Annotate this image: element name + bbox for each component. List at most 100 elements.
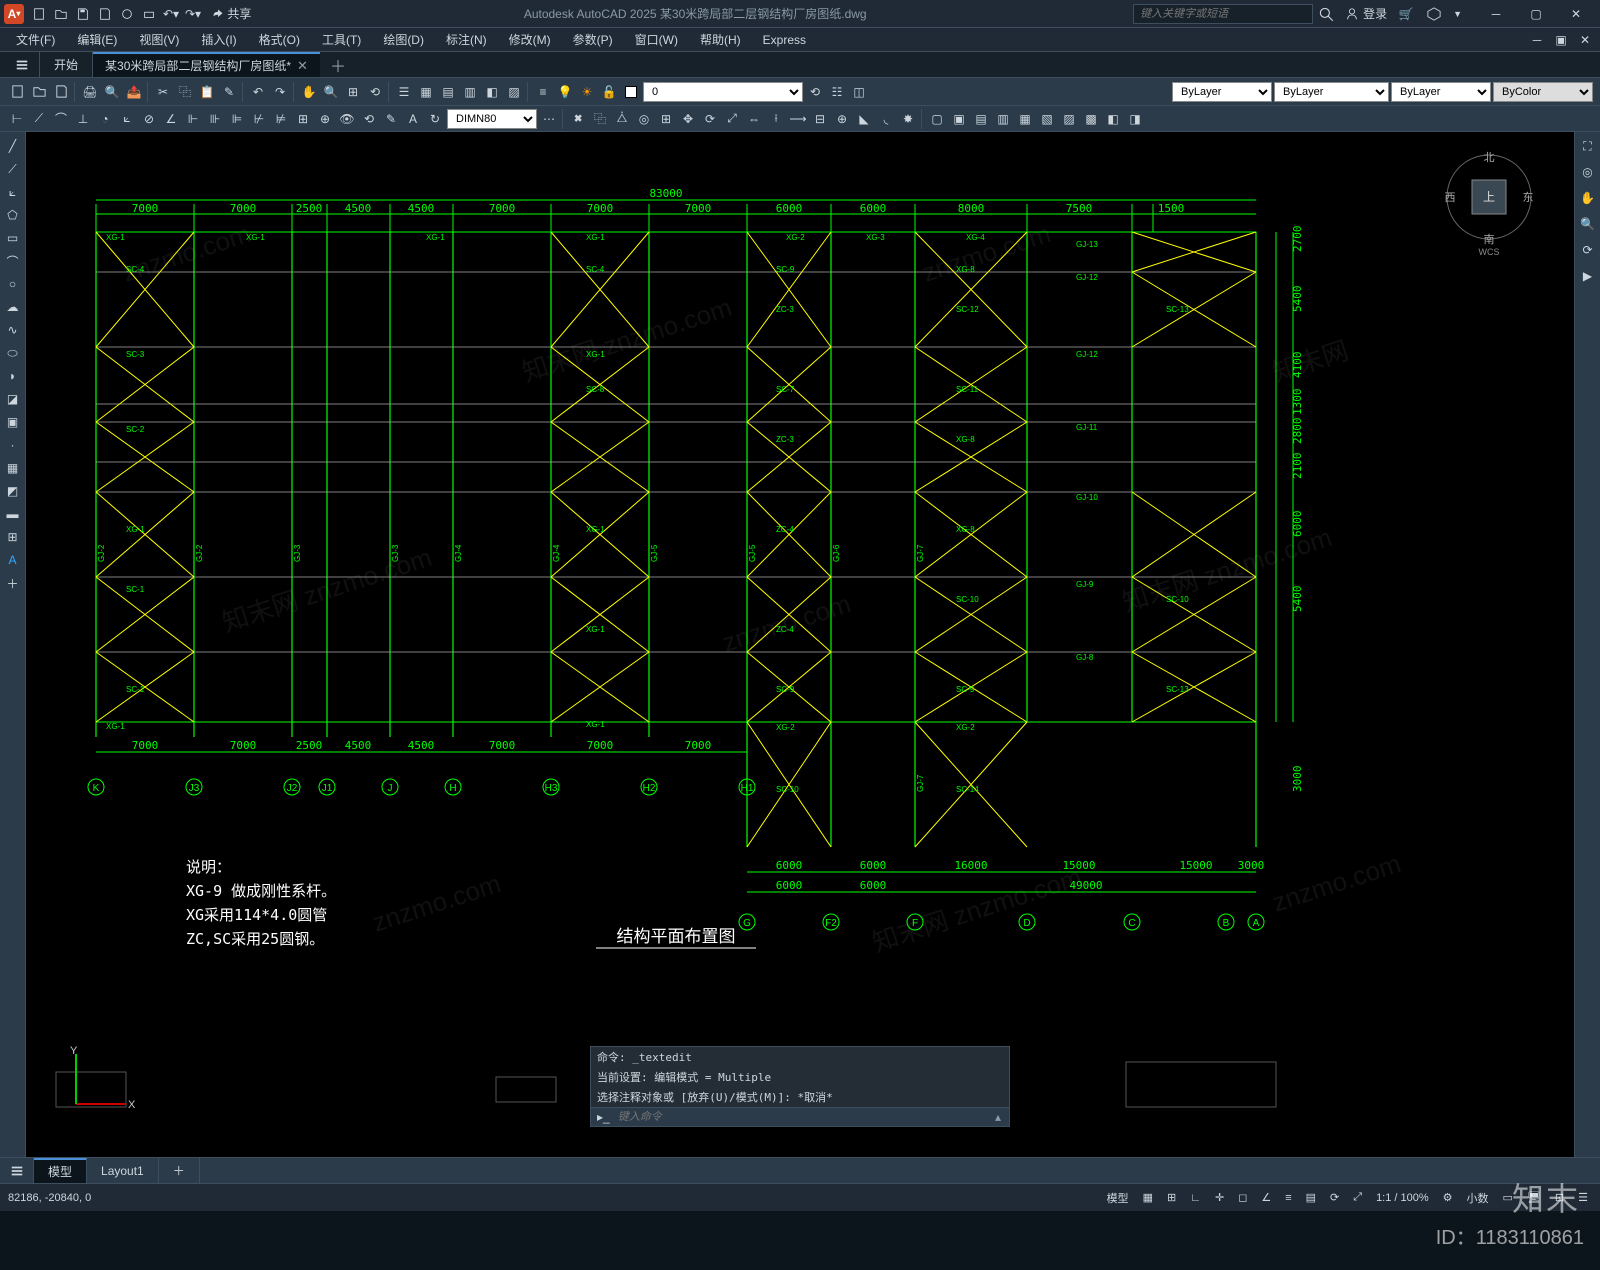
et-08-icon[interactable]: ▩ bbox=[1081, 109, 1101, 129]
layer-lock-icon[interactable]: 🔓 bbox=[599, 82, 619, 102]
tb-sheet-icon[interactable]: ▥ bbox=[460, 82, 480, 102]
menu-view[interactable]: 视图(V) bbox=[129, 29, 189, 50]
draw-rect-icon[interactable]: ▭ bbox=[3, 228, 23, 248]
menu-format[interactable]: 格式(O) bbox=[249, 29, 310, 50]
tb-copy-icon[interactable]: ⿻ bbox=[175, 82, 195, 102]
menu-draw[interactable]: 绘图(D) bbox=[373, 29, 434, 50]
status-annot-icon[interactable]: ⤢ bbox=[1349, 1189, 1366, 1206]
tb-dcenter-icon[interactable]: ▦ bbox=[416, 82, 436, 102]
nav-wheel-icon[interactable]: ◎ bbox=[1578, 162, 1598, 182]
status-cycle-icon[interactable]: ⟳ bbox=[1326, 1189, 1343, 1206]
draw-polygon-icon[interactable]: ⬠ bbox=[3, 205, 23, 225]
status-clean-icon[interactable]: ⊡ bbox=[1551, 1189, 1568, 1206]
tab-add-layout[interactable]: ＋ bbox=[159, 1158, 200, 1183]
tb-markup-icon[interactable]: ◧ bbox=[482, 82, 502, 102]
draw-earc-icon[interactable]: ◗ bbox=[3, 366, 23, 386]
tab-layout1[interactable]: Layout1 bbox=[87, 1158, 159, 1183]
et-10-icon[interactable]: ◨ bbox=[1125, 109, 1145, 129]
dropdown-icon[interactable]: ▼ bbox=[1453, 9, 1462, 19]
web-icon[interactable] bbox=[118, 5, 136, 23]
mod-move-icon[interactable]: ✥ bbox=[678, 109, 698, 129]
cmd-expand-icon[interactable]: ▴ bbox=[987, 1108, 1009, 1126]
tb-save-icon[interactable] bbox=[51, 82, 71, 102]
draw-xline-icon[interactable]: ⟋ bbox=[3, 159, 23, 179]
tb-zoomprev-icon[interactable]: ⟲ bbox=[365, 82, 385, 102]
status-grid-icon[interactable]: ▦ bbox=[1139, 1189, 1157, 1206]
doc-restore-icon[interactable]: ▣ bbox=[1552, 31, 1570, 49]
dim-quick-icon[interactable]: ⊩ bbox=[183, 109, 203, 129]
viewcube[interactable]: 上 北 西 东 南 WCS bbox=[1434, 147, 1544, 257]
mod-explode-icon[interactable]: ✸ bbox=[898, 109, 918, 129]
mod-trim-icon[interactable]: ⟊ bbox=[766, 109, 786, 129]
mod-mirror-icon[interactable]: ⧊ bbox=[612, 109, 632, 129]
tb-match-icon[interactable]: ✎ bbox=[219, 82, 239, 102]
tb-publish-icon[interactable]: 📤 bbox=[124, 82, 144, 102]
saveas-icon[interactable] bbox=[96, 5, 114, 23]
menu-window[interactable]: 窗口(W) bbox=[625, 29, 688, 50]
mod-stretch-icon[interactable]: ⇔ bbox=[744, 109, 764, 129]
status-monitor-icon[interactable]: 🖥 bbox=[1523, 1189, 1545, 1206]
menu-edit[interactable]: 编辑(E) bbox=[67, 29, 127, 50]
mod-fillet-icon[interactable]: ◟ bbox=[876, 109, 896, 129]
dim-base-icon[interactable]: ⊪ bbox=[205, 109, 225, 129]
redo-icon[interactable]: ↷▾ bbox=[184, 5, 202, 23]
draw-line-icon[interactable]: ╱ bbox=[3, 136, 23, 156]
menu-express[interactable]: Express bbox=[753, 31, 816, 49]
et-04-icon[interactable]: ▥ bbox=[993, 109, 1013, 129]
draw-ellipse-icon[interactable]: ⬭ bbox=[3, 343, 23, 363]
dim-jogline-icon[interactable]: ⟲ bbox=[359, 109, 379, 129]
nav-orbit-icon[interactable]: ⟳ bbox=[1578, 240, 1598, 260]
open-icon[interactable] bbox=[52, 5, 70, 23]
tab-start[interactable]: 开始 bbox=[40, 52, 93, 77]
mod-array-icon[interactable]: ⊞ bbox=[656, 109, 676, 129]
tb-new-icon[interactable] bbox=[7, 82, 27, 102]
dim-ord-icon[interactable]: ⊥ bbox=[73, 109, 93, 129]
dim-edit-icon[interactable]: ✎ bbox=[381, 109, 401, 129]
dim-arc-icon[interactable]: ⌒ bbox=[51, 109, 71, 129]
help-search-input[interactable] bbox=[1133, 4, 1313, 24]
draw-arc-icon[interactable]: ⌒ bbox=[3, 251, 23, 271]
nav-showmotion-icon[interactable]: ▶ bbox=[1578, 266, 1598, 286]
tab-new-icon[interactable]: ＋ bbox=[320, 52, 356, 77]
et-06-icon[interactable]: ▧ bbox=[1037, 109, 1057, 129]
dim-linear-icon[interactable]: ⊢ bbox=[7, 109, 27, 129]
new-icon[interactable] bbox=[30, 5, 48, 23]
dim-style-icon[interactable]: ⋯ bbox=[539, 109, 559, 129]
tb-open-icon[interactable] bbox=[29, 82, 49, 102]
menu-modify[interactable]: 修改(M) bbox=[499, 29, 561, 50]
status-ws-icon[interactable]: ▭ bbox=[1499, 1189, 1517, 1206]
et-07-icon[interactable]: ▨ bbox=[1059, 109, 1079, 129]
tb-props-icon[interactable]: ☰ bbox=[394, 82, 414, 102]
status-scale-readout[interactable]: 1:1 / 100% bbox=[1372, 1190, 1433, 1206]
draw-pline-icon[interactable]: ⟀ bbox=[3, 182, 23, 202]
dim-tol-icon[interactable]: ⊞ bbox=[293, 109, 313, 129]
tb-paste-icon[interactable]: 📋 bbox=[197, 82, 217, 102]
tb-calc-icon[interactable]: ▨ bbox=[504, 82, 524, 102]
cart-icon[interactable]: 🛒 bbox=[1397, 5, 1415, 23]
tb-cut-icon[interactable]: ✂ bbox=[153, 82, 173, 102]
draw-addsel-icon[interactable]: ＋ bbox=[3, 573, 23, 593]
dim-center-icon[interactable]: ⊕ bbox=[315, 109, 335, 129]
mod-copy-icon[interactable]: ⿻ bbox=[590, 109, 610, 129]
drawing-canvas[interactable]: znzmo.com 知末网 znzmo.com znzmo.com 知末网 知末… bbox=[26, 132, 1574, 1157]
tab-close-icon[interactable]: ✕ bbox=[297, 58, 308, 74]
document-tab[interactable]: 某30米跨局部二层钢结构厂房图纸* ✕ bbox=[93, 52, 320, 77]
tab-home-icon[interactable] bbox=[4, 52, 40, 77]
menu-insert[interactable]: 插入(I) bbox=[191, 29, 246, 50]
menu-parametric[interactable]: 参数(P) bbox=[563, 29, 623, 50]
dim-jog-icon[interactable]: ⟀ bbox=[117, 109, 137, 129]
mod-scale-icon[interactable]: ⤢ bbox=[722, 109, 742, 129]
layer-state-icon[interactable]: ☷ bbox=[827, 82, 847, 102]
layer-prev-icon[interactable]: ⟲ bbox=[805, 82, 825, 102]
dim-cont-icon[interactable]: ⊫ bbox=[227, 109, 247, 129]
status-snap-icon[interactable]: ⊞ bbox=[1163, 1189, 1180, 1206]
mod-break-icon[interactable]: ⊟ bbox=[810, 109, 830, 129]
dim-space-icon[interactable]: ⊬ bbox=[249, 109, 269, 129]
dim-break-icon[interactable]: ⊭ bbox=[271, 109, 291, 129]
tab-model[interactable]: 模型 bbox=[34, 1158, 87, 1183]
lineweight-select[interactable]: ByLayer bbox=[1391, 82, 1491, 102]
draw-region-icon[interactable]: ▬ bbox=[3, 504, 23, 524]
mod-erase-icon[interactable]: 🞮 bbox=[568, 109, 588, 129]
app-icon[interactable]: A▾ bbox=[4, 4, 24, 24]
et-02-icon[interactable]: ▣ bbox=[949, 109, 969, 129]
